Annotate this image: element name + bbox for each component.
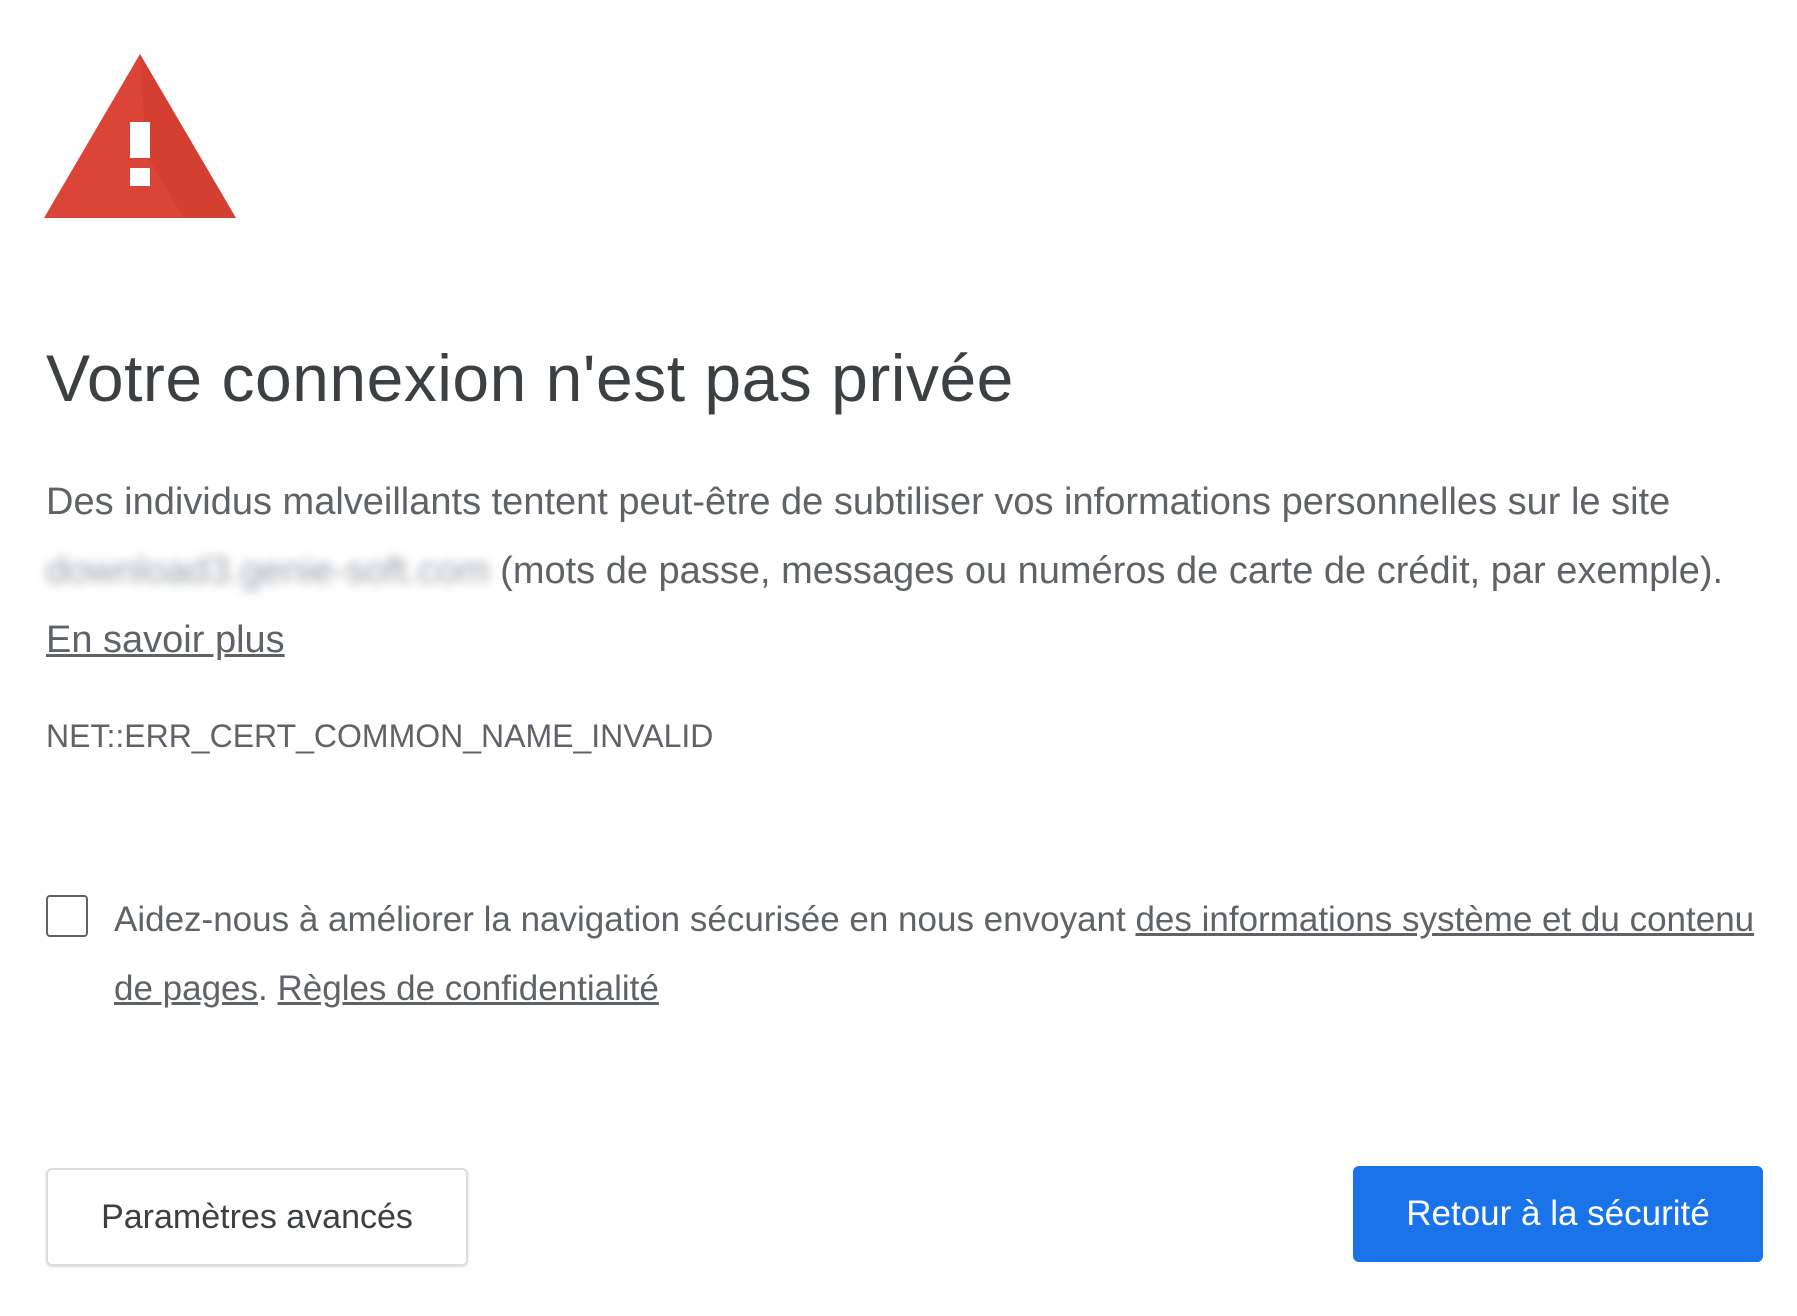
optin-separator: . <box>258 969 278 1008</box>
advanced-button[interactable]: Paramètres avancés <box>46 1168 468 1266</box>
error-code: NET::ERR_CERT_COMMON_NAME_INVALID <box>46 718 714 754</box>
back-to-safety-button[interactable]: Retour à la sécurité <box>1353 1166 1763 1262</box>
optin-label: Aidez-nous à améliorer la navigation séc… <box>114 885 1764 1023</box>
site-name: download3.genie-soft.com <box>46 550 490 592</box>
message-text-end: (mots de passe, messages ou numéros de c… <box>489 550 1724 592</box>
page-title: Votre connexion n'est pas privée <box>46 341 1014 415</box>
learn-more-link[interactable]: En savoir plus <box>46 619 285 661</box>
message-text-start: Des individus malveillants tentent peut-… <box>46 481 1671 523</box>
interstitial-page: Votre connexion n'est pas privée Des ind… <box>0 0 1797 1316</box>
optin-text: Aidez-nous à améliorer la navigation séc… <box>114 900 1136 939</box>
warning-triangle-icon <box>44 54 236 218</box>
main-message: Des individus malveillants tentent peut-… <box>46 468 1766 675</box>
optin-checkbox[interactable] <box>46 895 88 937</box>
privacy-policy-link[interactable]: Règles de confidentialité <box>277 969 658 1008</box>
